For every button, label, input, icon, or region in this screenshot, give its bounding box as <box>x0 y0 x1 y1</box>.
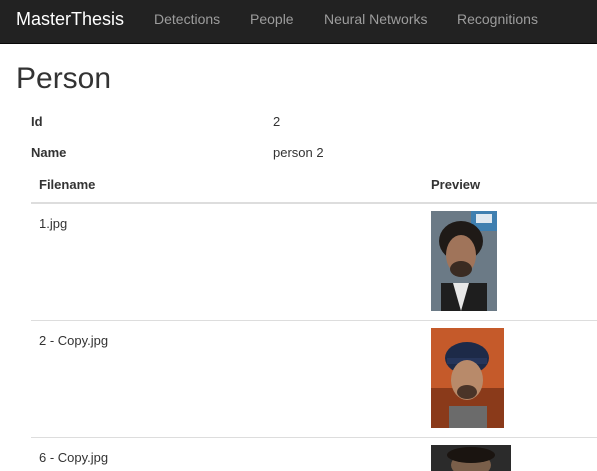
row-divider <box>31 437 597 438</box>
id-value: 2 <box>273 114 281 129</box>
table-row-filename: 1.jpg <box>39 216 68 231</box>
column-header-preview: Preview <box>431 177 481 192</box>
nav-link-recognitions[interactable]: Recognitions <box>457 11 538 27</box>
column-header-filename: Filename <box>39 177 96 192</box>
id-label: Id <box>31 114 43 129</box>
page-title: Person <box>16 62 112 95</box>
nav-link-people[interactable]: People <box>250 11 294 27</box>
table-row-filename: 2 - Copy.jpg <box>39 333 109 348</box>
brand-link[interactable]: MasterThesis <box>16 9 124 30</box>
preview-image[interactable] <box>431 328 504 428</box>
preview-image[interactable] <box>431 445 511 471</box>
table-header-divider <box>31 202 597 204</box>
preview-image[interactable] <box>431 211 497 311</box>
nav-link-neural-networks[interactable]: Neural Networks <box>324 11 427 27</box>
row-divider <box>31 320 597 321</box>
nav-link-detections[interactable]: Detections <box>154 11 220 27</box>
navbar: MasterThesis Detections People Neural Ne… <box>0 0 597 44</box>
name-label: Name <box>31 145 67 160</box>
table-row-filename: 6 - Copy.jpg <box>39 450 109 465</box>
name-value: person 2 <box>273 145 324 160</box>
